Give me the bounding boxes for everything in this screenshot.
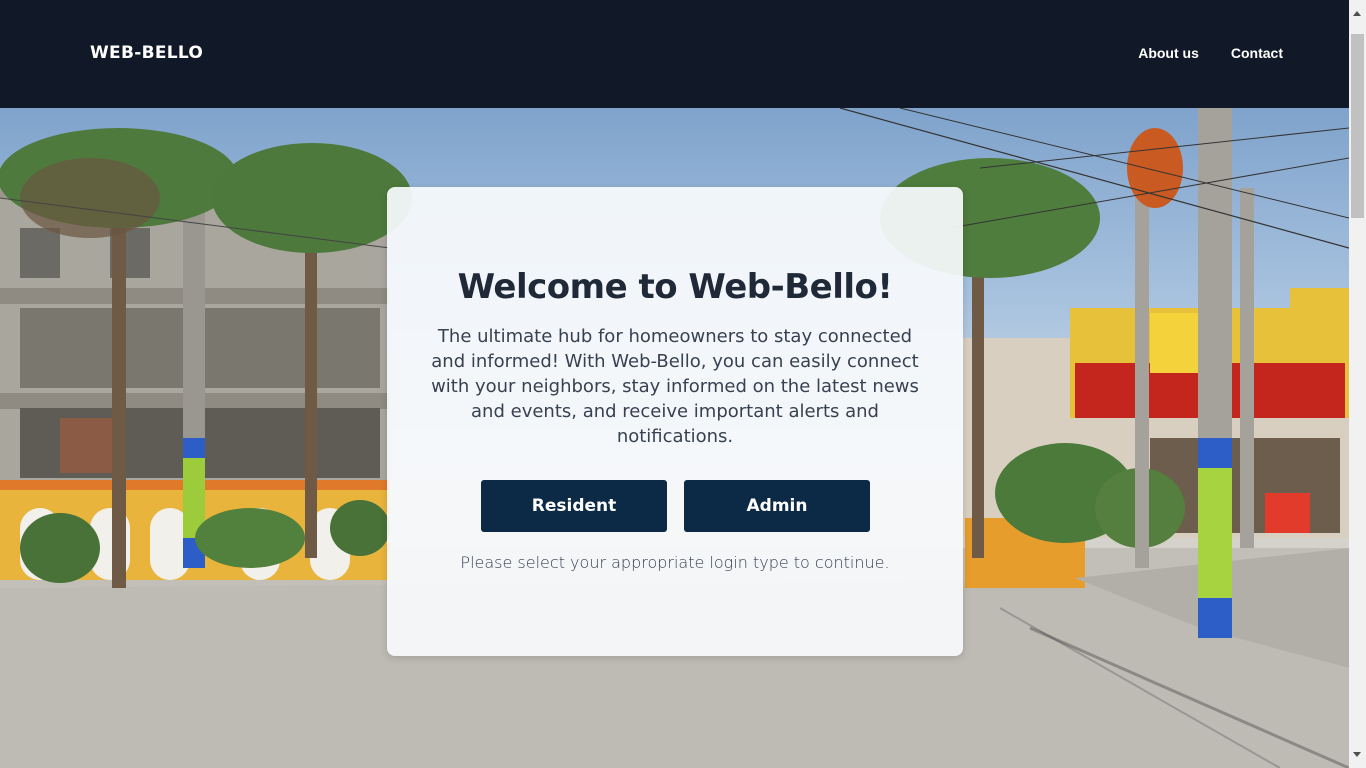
resident-button[interactable]: Resident	[481, 480, 667, 532]
admin-button[interactable]: Admin	[684, 480, 870, 532]
nav-link-contact[interactable]: Contact	[1231, 45, 1283, 61]
navbar: WEB-BELLO About us Contact	[0, 0, 1349, 108]
page-scrollbar[interactable]	[1349, 0, 1366, 768]
scroll-down-arrow-icon[interactable]	[1353, 752, 1361, 757]
welcome-card: Welcome to Web-Bello! The ultimate hub f…	[387, 187, 963, 656]
brand-logo[interactable]: WEB-BELLO	[90, 43, 203, 63]
welcome-title: Welcome to Web-Bello!	[457, 267, 893, 307]
scroll-thumb[interactable]	[1351, 34, 1364, 218]
nav-link-about-us[interactable]: About us	[1138, 45, 1199, 61]
login-type-buttons: Resident Admin	[481, 480, 870, 532]
nav-links: About us Contact	[1138, 45, 1283, 61]
welcome-description: The ultimate hub for homeowners to stay …	[431, 326, 919, 447]
login-type-note: Please select your appropriate login typ…	[460, 553, 890, 572]
page: WEB-BELLO About us Contact Welcome to We…	[0, 0, 1366, 768]
scroll-up-arrow-icon[interactable]	[1353, 11, 1361, 16]
